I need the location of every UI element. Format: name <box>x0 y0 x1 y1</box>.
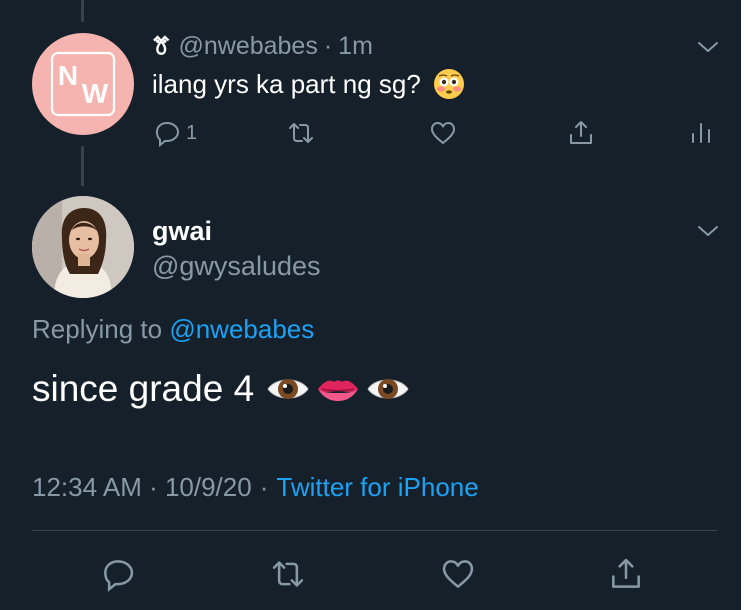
parent-header: ꔢ @nwebabes · 1m <box>152 32 373 61</box>
share-icon <box>612 558 640 588</box>
divider <box>32 530 717 531</box>
replying-to-handle[interactable]: @nwebabes <box>169 314 314 344</box>
author-handle[interactable]: @gwysaludes <box>152 251 321 282</box>
chevron-down-icon[interactable] <box>696 219 720 243</box>
tweet-emojis <box>266 367 416 411</box>
tweet-source-link[interactable]: Twitter for iPhone <box>276 472 478 502</box>
screen-edge <box>741 0 749 610</box>
tweet-timestamp[interactable]: 12:34 AM · 10/9/20 <box>32 472 252 502</box>
lips-emoji <box>318 380 359 401</box>
parent-separator: · <box>323 32 333 60</box>
flushed-face-emoji <box>433 69 464 99</box>
reply-button[interactable] <box>98 554 138 594</box>
meta-separator: · <box>259 472 269 502</box>
parent-analytics-button[interactable] <box>686 118 716 148</box>
tweet-action-bar <box>0 554 749 598</box>
tweet-meta: 12:34 AM · 10/9/20 · Twitter for iPhone <box>32 472 479 503</box>
parent-timestamp[interactable]: 1m <box>338 32 373 60</box>
share-icon <box>570 121 592 144</box>
profile-photo <box>32 196 134 298</box>
parent-handle[interactable]: @nwebabes <box>178 32 317 60</box>
parent-retweet-button[interactable] <box>286 118 316 148</box>
parent-share-button[interactable] <box>566 118 596 148</box>
eye-emoji <box>267 379 309 399</box>
author-display-name[interactable]: gwai <box>152 216 212 247</box>
eye-emoji <box>367 379 409 399</box>
tweet-text-content: since grade 4 <box>32 368 255 409</box>
like-icon <box>442 560 474 588</box>
replying-to-label: Replying to <box>32 314 163 344</box>
nw-logo: N W <box>50 51 116 117</box>
reply-icon <box>104 560 134 592</box>
retweet-button[interactable] <box>268 554 308 594</box>
thread-connector-line <box>81 0 84 22</box>
share-button[interactable] <box>606 554 646 594</box>
reply-icon <box>155 121 180 148</box>
retweet-icon <box>272 561 304 587</box>
chevron-down-icon[interactable] <box>696 35 720 59</box>
parent-avatar[interactable]: N W <box>32 33 134 135</box>
like-button[interactable] <box>438 554 478 594</box>
nw-logo-n: N <box>58 60 78 91</box>
thread-connector-line <box>81 146 84 186</box>
analytics-icon <box>692 123 710 143</box>
like-icon <box>431 122 455 144</box>
retweet-icon <box>289 123 313 143</box>
replying-to-line: Replying to @nwebabes <box>32 314 314 345</box>
nw-logo-w: W <box>82 78 109 109</box>
parent-like-button[interactable] <box>428 118 458 148</box>
author-avatar[interactable] <box>32 196 134 298</box>
parent-tweet-text: ilang yrs ka part ng sg? <box>152 68 465 100</box>
parent-display-name[interactable]: ꔢ <box>152 32 170 60</box>
parent-reply-button[interactable]: 1 <box>152 118 197 148</box>
parent-action-bar: 1 <box>152 118 722 158</box>
parent-text-content: ilang yrs ka part ng sg? <box>152 68 421 99</box>
parent-reply-count: 1 <box>186 121 198 144</box>
tweet-thread: N W ꔢ @nwebabes · 1m ilang yrs ka part ng s… <box>0 0 749 610</box>
tweet-text: since grade 4 <box>32 367 416 411</box>
